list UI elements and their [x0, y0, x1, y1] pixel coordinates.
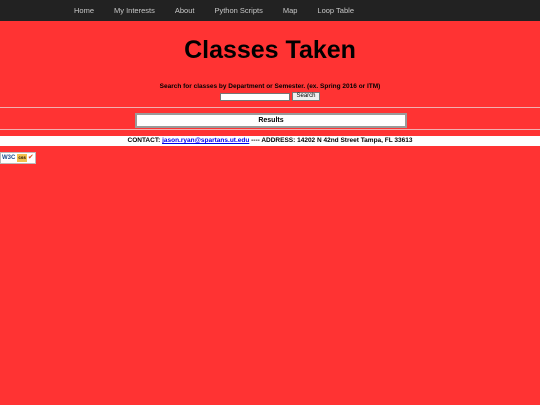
- contact-email-link[interactable]: jason.ryan@spartans.ut.edu: [162, 137, 249, 144]
- nav-item-about[interactable]: About: [165, 0, 205, 21]
- top-navbar: Home My Interests About Python Scripts M…: [0, 0, 540, 21]
- address-text: ---- ADDRESS: 14202 N 42nd Street Tampa,…: [251, 137, 413, 144]
- results-box: Results: [135, 113, 407, 128]
- search-button[interactable]: Search: [292, 92, 320, 101]
- check-icon: ✔: [27, 154, 34, 161]
- nav-item-my-interests[interactable]: My Interests: [104, 0, 165, 21]
- search-instructions: Search for classes by Department or Seme…: [159, 83, 381, 90]
- divider: [0, 107, 540, 108]
- contact-label: CONTACT:: [127, 137, 161, 144]
- nav-item-home[interactable]: Home: [64, 0, 104, 21]
- nav-item-map[interactable]: Map: [273, 0, 308, 21]
- divider: [0, 129, 540, 130]
- w3c-logo-text: W3C: [2, 155, 16, 161]
- search-form: Search: [0, 92, 540, 101]
- nav-item-loop-table[interactable]: Loop Table: [307, 0, 364, 21]
- css-tag-text: css: [17, 154, 27, 162]
- search-input[interactable]: [220, 92, 291, 101]
- results-label: Results: [258, 117, 284, 124]
- nav-item-python-scripts[interactable]: Python Scripts: [204, 0, 272, 21]
- page-title: Classes Taken: [184, 36, 356, 64]
- footer-contact: CONTACT: jason.ryan@spartans.ut.edu ----…: [0, 136, 540, 146]
- nav-menu: Home My Interests About Python Scripts M…: [64, 0, 364, 21]
- w3c-css-valid-icon[interactable]: W3C css ✔: [0, 152, 36, 164]
